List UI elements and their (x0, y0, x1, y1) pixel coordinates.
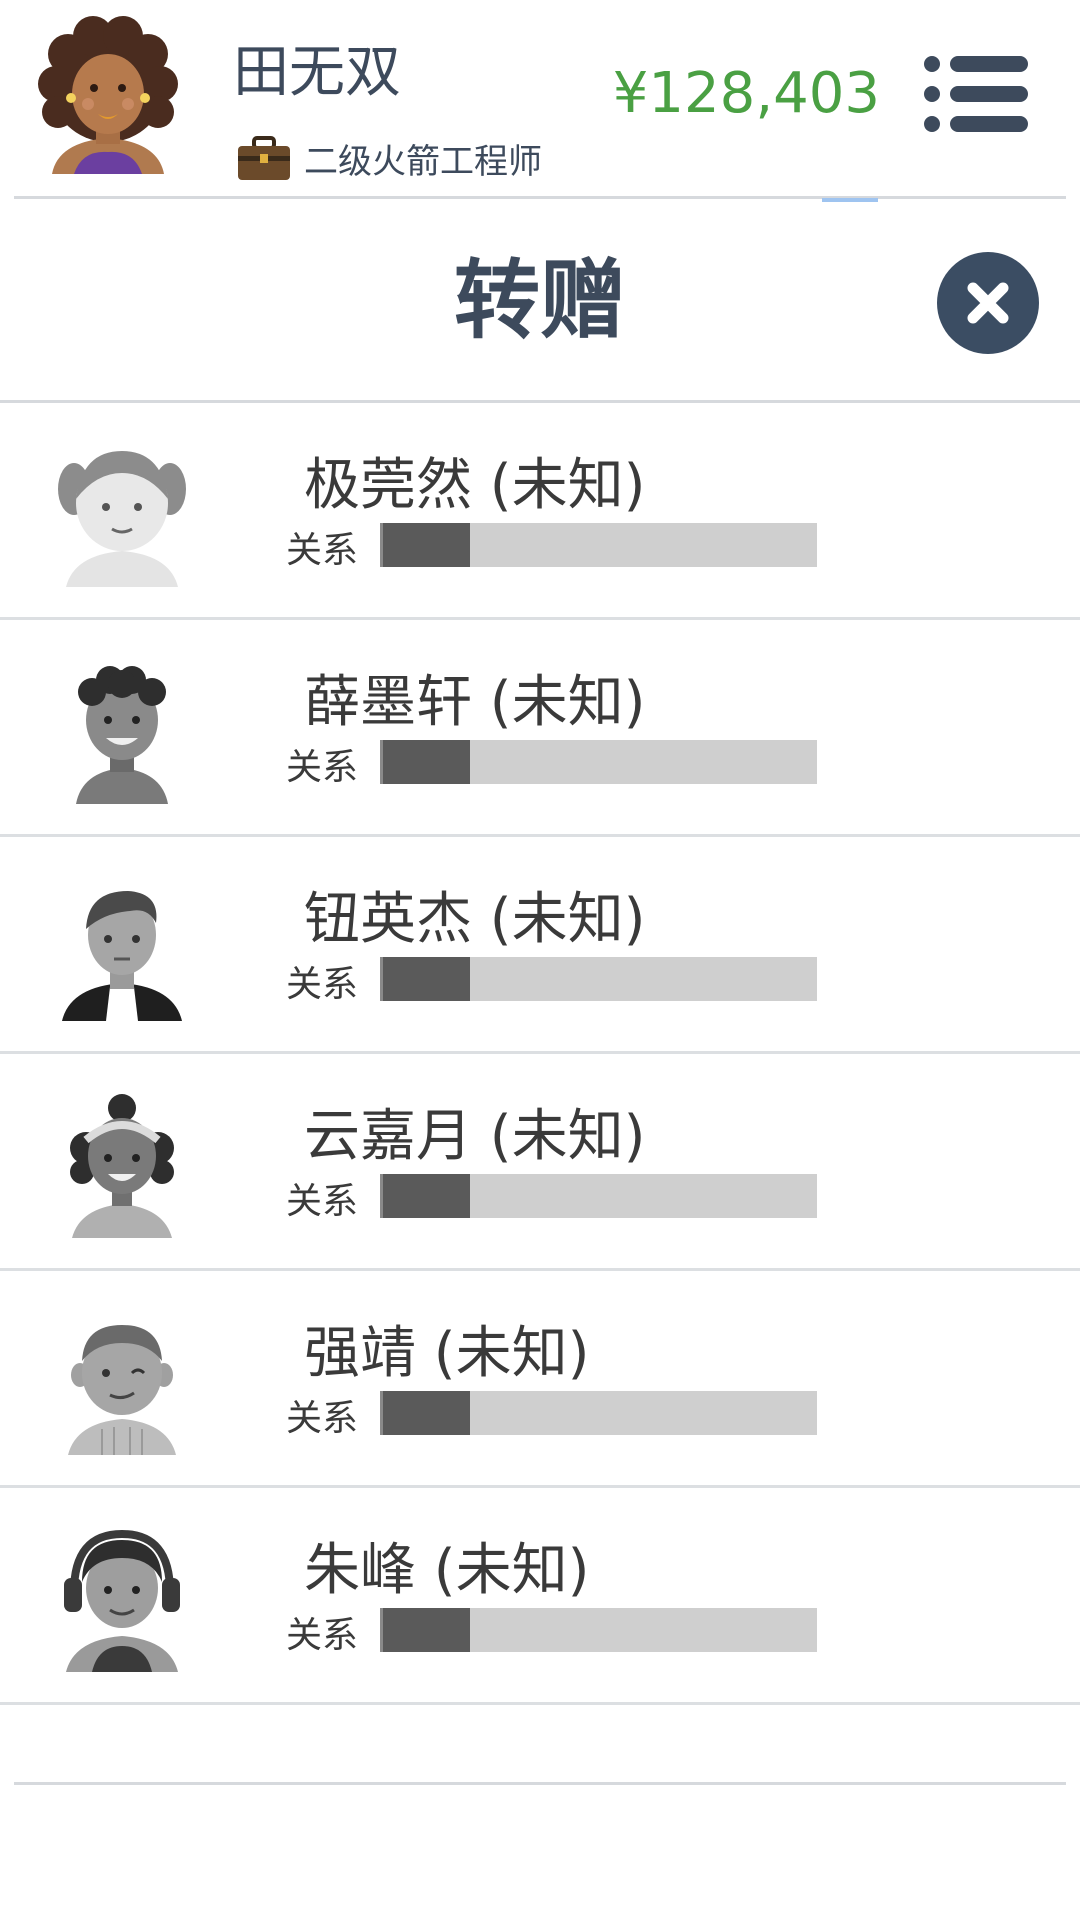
contact-row[interactable]: 薛墨轩 (未知) 关系 (0, 620, 1080, 837)
relationship-label: 关系 (286, 747, 359, 788)
contact-name: 钮英杰 (未知) (304, 887, 646, 952)
contact-name: 极莞然 (未知) (304, 453, 646, 518)
relationship-label: 关系 (286, 1615, 359, 1656)
contact-name: 薛墨轩 (未知) (304, 670, 646, 735)
modal-title: 转赠 (454, 251, 626, 351)
contact-row[interactable]: 朱峰 (未知) 关系 (0, 1488, 1080, 1705)
player-name: 田无双 (233, 40, 401, 105)
relationship-label: 关系 (286, 964, 359, 1005)
top-status-bar: 田无双 二级火箭工程师 ¥128,403 (0, 0, 1080, 200)
contact-avatar (62, 891, 182, 1021)
contact-row[interactable]: 钮英杰 (未知) 关系 (0, 837, 1080, 1054)
contact-avatar (58, 451, 186, 587)
modal-header: 转赠 (0, 200, 1080, 400)
relationship-bar-fill (383, 523, 470, 567)
contact-list[interactable]: 极莞然 (未知) 关系 薛墨轩 (未知) 关系 钮英杰 (未知) 关系 云嘉月 … (0, 403, 1080, 1755)
relationship-bar-fill (383, 1174, 470, 1218)
contact-row-partial[interactable] (0, 1705, 1080, 1755)
contact-row[interactable]: 强靖 (未知) 关系 (0, 1271, 1080, 1488)
contact-row[interactable]: 云嘉月 (未知) 关系 (0, 1054, 1080, 1271)
contact-avatar (76, 666, 168, 804)
relationship-bar-fill (383, 1608, 470, 1652)
list-menu-icon[interactable] (922, 54, 1030, 134)
close-icon (967, 282, 1009, 324)
relationship-bar (380, 1391, 817, 1435)
close-button[interactable] (937, 252, 1039, 354)
header-divider (14, 196, 1066, 199)
contact-name: 强靖 (未知) (304, 1321, 590, 1386)
contact-name: 朱峰 (未知) (304, 1538, 590, 1603)
briefcase-icon (238, 136, 290, 180)
contact-avatar (96, 1745, 148, 1755)
relationship-bar-fill (383, 740, 470, 784)
relationship-label: 关系 (286, 1398, 359, 1439)
relationship-label: 关系 (286, 1181, 359, 1222)
contact-name: 云嘉月 (未知) (304, 1104, 646, 1169)
relationship-label: 关系 (286, 530, 359, 571)
contact-avatar (64, 1529, 180, 1672)
relationship-bar (380, 1608, 817, 1652)
list-bottom-divider (14, 1782, 1066, 1785)
contact-row[interactable]: 极莞然 (未知) 关系 (0, 403, 1080, 620)
job-info: 二级火箭工程师 (236, 130, 542, 186)
player-avatar[interactable] (38, 14, 178, 174)
money-balance: ¥128,403 (612, 61, 880, 126)
contact-avatar (68, 1325, 176, 1455)
contact-avatar (70, 1094, 174, 1238)
job-title: 二级火箭工程师 (304, 141, 542, 182)
relationship-bar (380, 740, 817, 784)
relationship-bar-fill (383, 957, 470, 1001)
relationship-bar-fill (383, 1391, 470, 1435)
relationship-bar (380, 957, 817, 1001)
relationship-bar (380, 1174, 817, 1218)
relationship-bar (380, 523, 817, 567)
